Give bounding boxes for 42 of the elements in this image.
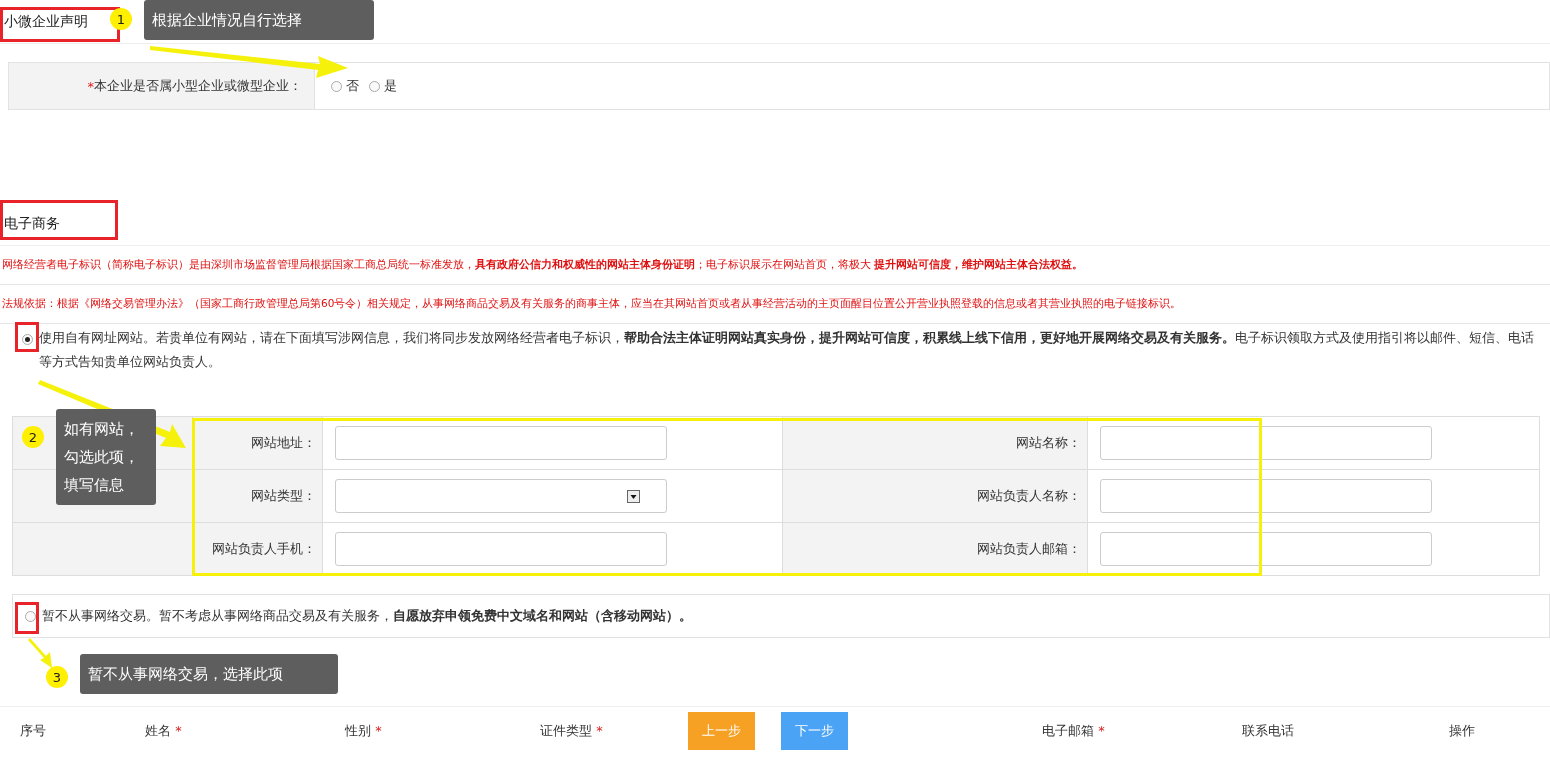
- callout-tooltip: 根据企业情况自行选择: [144, 0, 374, 40]
- section-title: 小微企业声明: [4, 12, 88, 31]
- question-label: *本企业是否属小型企业或微型企业：: [9, 63, 315, 109]
- input-field[interactable]: [1100, 479, 1432, 513]
- highlight-frame: [15, 602, 39, 634]
- section-title: 电子商务: [4, 214, 60, 233]
- column-header: 性别 *: [345, 723, 382, 738]
- radio-button[interactable]: [22, 334, 33, 345]
- highlight-frame: [15, 322, 39, 352]
- previous-step-button[interactable]: 上一步: [688, 712, 755, 750]
- column-header: 操作: [1449, 723, 1475, 738]
- notice-text: 法规依据：根据《网络交易管理办法》（国家工商行政管理总局第60号令）相关规定，从事网络商品交易及有关服务的商事主体，应当在其网站首页或者从事经营活动的主页面醒目位置公开营业执照登载的信息或者其营业执照的电子链接标识。: [2, 297, 1182, 311]
- callout-tooltip: 暂不从事网络交易，选择此项: [80, 654, 338, 694]
- next-step-button[interactable]: 下一步: [781, 712, 848, 750]
- column-header: 证件类型 *: [540, 723, 603, 738]
- radio-button[interactable]: [25, 610, 36, 622]
- field-label: 网站负责人名称：: [782, 469, 1088, 523]
- radio-button[interactable]: [369, 80, 380, 92]
- step-number-badge: 3: [46, 666, 68, 688]
- option-label: 是: [384, 77, 397, 95]
- option-label: 否: [346, 77, 359, 95]
- column-header: 联系电话: [1242, 723, 1294, 738]
- field-label: 网站负责人手机：: [192, 522, 323, 576]
- column-header: 电子邮箱 *: [1042, 723, 1105, 738]
- input-field[interactable]: [1100, 426, 1432, 460]
- field-label: 网站类型：: [192, 469, 323, 523]
- step-number-badge: 1: [110, 8, 132, 30]
- select-field[interactable]: [335, 479, 667, 513]
- radio-button[interactable]: [331, 80, 342, 92]
- arrow: [28, 638, 52, 668]
- option-description: 使用自有网址网站。若贵单位有网站，请在下面填写涉网信息，我们将同步发放网络经营者电子标识，帮助合法主体证明网站真实身份，提升网站可信度，积累线上线下信用，更好地开展网络交易及有关服务。电子标识领取方式及使用指引将以邮件、短信、电话等方式告知贵单位网站负责人。: [39, 329, 1535, 371]
- notice-text: 网络经营者电子标识（简称电子标识）是由深圳市场监督管理局根据国家工商总局统一标准发放，具有政府公信力和权威性的网站主体身份证明；电子标识展示在网站首页，将极大 提升网站可信度，维护网站主体合法权益。: [2, 258, 1084, 272]
- input-field[interactable]: [335, 532, 667, 566]
- column-header: 姓名 *: [145, 723, 182, 738]
- callout-tooltip: 如有网站，勾选此项，填写信息: [56, 409, 156, 505]
- field-label: 网站名称：: [782, 416, 1088, 470]
- option-description: 暂不从事网络交易。暂不考虑从事网络商品交易及有关服务，自愿放弃申领免费中文域名和网站（含移动网站）。: [42, 607, 692, 625]
- input-field[interactable]: [1100, 532, 1432, 566]
- field-label: 网站负责人邮箱：: [782, 522, 1088, 576]
- input-field[interactable]: [335, 426, 667, 460]
- field-label: 网站地址：: [192, 416, 323, 470]
- column-header: 序号: [20, 723, 46, 738]
